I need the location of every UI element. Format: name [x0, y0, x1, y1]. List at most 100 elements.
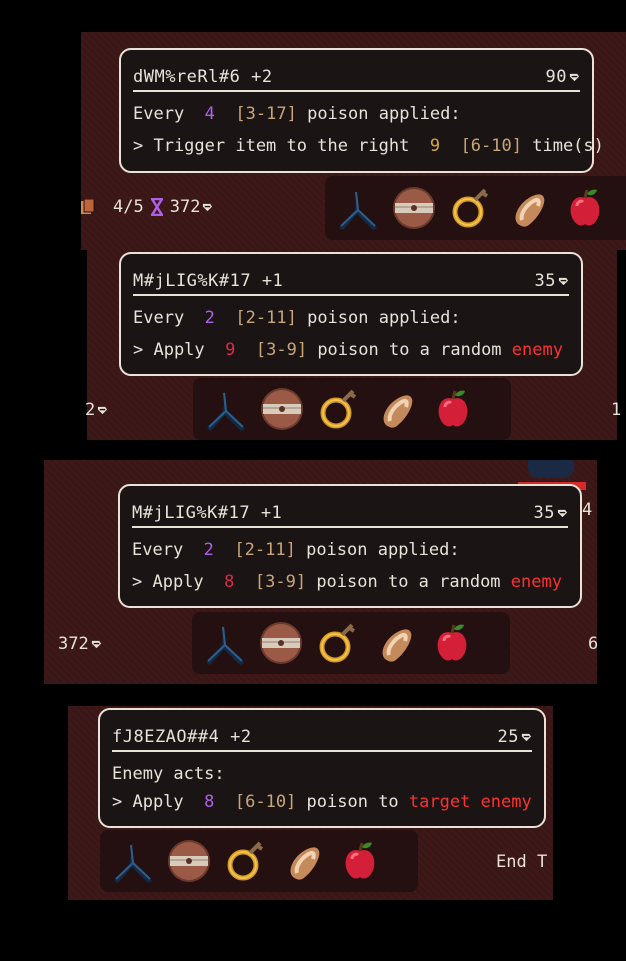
ring-icon	[222, 837, 270, 885]
game-panel-1: dWM%reRl#6 +2 90 Every 4 [3-17] poison a…	[81, 32, 626, 250]
shield-item[interactable]	[388, 182, 440, 234]
tooltip-header: fJ8EZAO##4 +2 25	[112, 724, 532, 752]
effect-line: > Apply 8 [6-10] poison to target enemy	[112, 792, 532, 812]
right-edge-text: 1	[611, 400, 622, 420]
item-name: M#jLIG%K#17 +1	[132, 503, 283, 523]
caltrops-icon	[206, 390, 246, 432]
deck-count: 4/5	[113, 197, 144, 217]
ring-item[interactable]	[313, 383, 365, 435]
effect-target: enemy	[510, 572, 562, 592]
ring-item[interactable]	[445, 182, 497, 234]
apple-icon	[344, 841, 376, 881]
item-tooltip: M#jLIG%K#17 +1 35 Every 2 [2-11] poison …	[119, 252, 583, 376]
apple-item[interactable]	[334, 835, 386, 887]
apple-item[interactable]	[427, 383, 479, 435]
ring-icon	[315, 385, 363, 433]
apple-item[interactable]	[559, 182, 611, 234]
right-edge-text: 4	[582, 500, 593, 520]
bread-icon	[513, 192, 547, 229]
tooltip-header: M#jLIG%K#17 +1 35	[133, 268, 569, 296]
gold-icon	[569, 72, 580, 82]
item-cost: 35	[534, 503, 568, 523]
caltrops-item[interactable]	[106, 835, 158, 887]
deck-icon	[81, 199, 95, 214]
item-tooltip: dWM%reRl#6 +2 90 Every 4 [3-17] poison a…	[119, 48, 604, 173]
effect-value: 8	[224, 572, 235, 592]
item-name: dWM%reRl#6 +2	[133, 67, 273, 87]
ring-item[interactable]	[312, 617, 364, 669]
trigger-range: [3-17]	[235, 104, 297, 124]
shield-icon	[260, 387, 304, 431]
shield-item[interactable]	[163, 835, 215, 887]
game-panel-3: 4 M#jLIG%K#17 +1 35 Every 2 [2-11] poiso…	[44, 460, 599, 684]
gold-icon	[557, 508, 568, 518]
effect-line: > Apply 8 [3-9] poison to a random enemy	[132, 572, 562, 592]
ring-icon	[447, 184, 495, 232]
caltrops-icon	[338, 189, 378, 231]
trigger-value: 2	[204, 308, 215, 328]
game-panel-2: M#jLIG%K#17 +1 35 Every 2 [2-11] poison …	[85, 250, 621, 440]
tooltip-header: dWM%reRl#6 +2 90	[133, 64, 580, 92]
item-cost: 25	[498, 727, 532, 747]
trigger-line: Every 2 [2-11] poison applied:	[133, 308, 461, 328]
bread-item[interactable]	[370, 383, 422, 435]
gold-icon	[521, 732, 532, 742]
apple-item[interactable]	[426, 617, 478, 669]
bread-icon	[380, 627, 414, 664]
game-panel-4: fJ8EZAO##4 +2 25 Enemy acts: > Apply 8 […	[68, 706, 553, 900]
item-cost: 35	[535, 271, 569, 291]
gold-amount: 372	[58, 634, 102, 654]
gold-amount-partial: 2	[85, 400, 109, 420]
caltrops-item[interactable]	[198, 617, 250, 669]
shield-item[interactable]	[256, 383, 308, 435]
effect-range: [3-9]	[254, 572, 307, 592]
bread-icon	[288, 845, 322, 882]
bread-item[interactable]	[277, 835, 329, 887]
apple-icon	[436, 623, 468, 663]
effect-line: > Trigger item to the right 9 [6-10] tim…	[133, 136, 604, 156]
trigger-range: [2-11]	[234, 540, 296, 560]
gold-icon	[558, 276, 569, 286]
effect-range: [6-10]	[234, 792, 297, 812]
portrait-fragment	[528, 460, 574, 478]
gold-icon	[202, 202, 214, 212]
status-bar: 4/5 372	[81, 197, 214, 217]
caltrops-icon	[113, 842, 153, 884]
item-tooltip: M#jLIG%K#17 +1 35 Every 2 [2-11] poison …	[118, 484, 582, 608]
gold-icon	[97, 405, 109, 415]
item-tray	[193, 378, 511, 440]
ring-item[interactable]	[220, 835, 272, 887]
apple-icon	[437, 389, 469, 429]
ring-icon	[314, 619, 362, 667]
item-name: fJ8EZAO##4 +2	[112, 727, 252, 747]
item-name: M#jLIG%K#17 +1	[133, 271, 284, 291]
shield-icon	[259, 621, 303, 665]
trigger-line: Every 4 [3-17] poison applied:	[133, 104, 461, 124]
effect-value: 9	[429, 136, 441, 156]
trigger-line: Every 2 [2-11] poison applied:	[132, 540, 460, 560]
bread-item[interactable]	[502, 182, 554, 234]
gold-icon	[90, 639, 102, 649]
effect-range: [6-10]	[460, 136, 522, 156]
apple-icon	[569, 188, 601, 228]
caltrops-item[interactable]	[199, 383, 251, 435]
shield-item[interactable]	[255, 617, 307, 669]
item-tray	[192, 612, 510, 674]
effect-range: [3-9]	[255, 340, 308, 360]
end-turn-button[interactable]: End T	[496, 852, 547, 872]
bread-item[interactable]	[369, 617, 421, 669]
shield-icon	[167, 839, 211, 883]
trigger-line: Enemy acts:	[112, 764, 225, 784]
shield-icon	[392, 186, 436, 230]
effect-line: > Apply 9 [3-9] poison to a random enemy	[133, 340, 563, 360]
right-edge-text: 6	[588, 634, 599, 654]
effect-target: target enemy	[408, 792, 532, 812]
item-tray	[100, 830, 418, 892]
hourglass-icon	[150, 198, 163, 216]
trigger-range: [2-11]	[235, 308, 297, 328]
item-cost: 90	[546, 67, 580, 87]
bread-icon	[381, 393, 415, 430]
item-tooltip: fJ8EZAO##4 +2 25 Enemy acts: > Apply 8 […	[98, 708, 546, 828]
item-tray	[325, 176, 626, 240]
caltrops-item[interactable]	[331, 182, 383, 234]
